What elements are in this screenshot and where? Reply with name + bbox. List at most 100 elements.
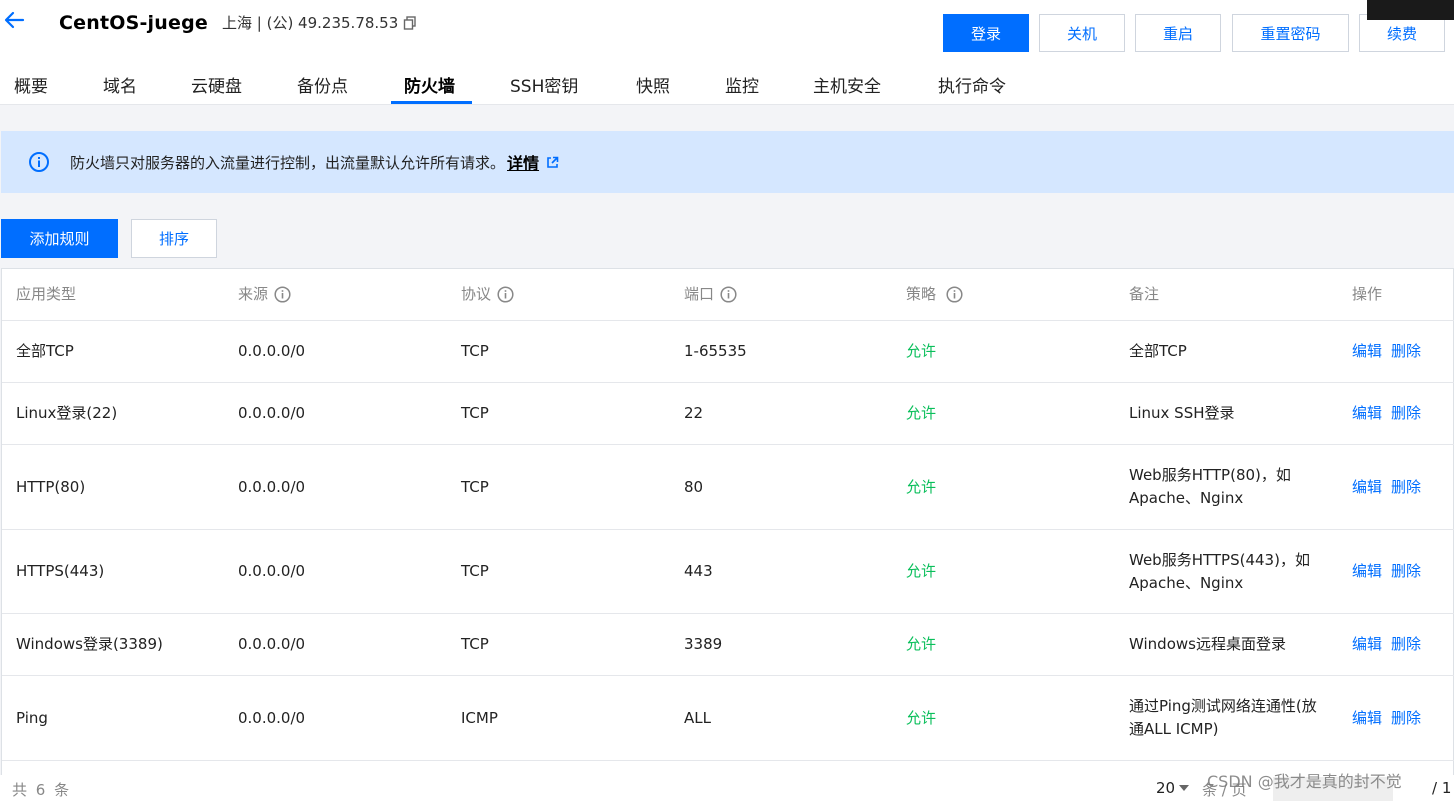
col-policy-label: 策略: [906, 285, 937, 303]
table-row: 全部TCP 0.0.0.0/0 TCP 1-65535 允许 全部TCP 编辑 …: [2, 321, 1454, 383]
cell-app-type: HTTPS(443): [16, 562, 105, 580]
tab-bar: 概要 域名 云硬盘 备份点 防火墙 SSH密钥 快照 监控 主机安全 执行命令: [0, 66, 1100, 105]
tab-monitor[interactable]: 监控: [725, 72, 759, 97]
table-row: Ping 0.0.0.0/0 ICMP ALL 允许 通过Ping测试网络连通性…: [2, 676, 1454, 761]
cell-remark: Linux SSH登录: [1129, 383, 1235, 444]
source-help-icon[interactable]: [274, 286, 291, 303]
add-rule-button[interactable]: 添加规则: [1, 219, 118, 258]
cell-ops: 编辑 删除: [1352, 383, 1421, 444]
delete-link[interactable]: 删除: [1391, 402, 1421, 425]
restart-button[interactable]: 重启: [1135, 14, 1221, 52]
delete-link[interactable]: 删除: [1391, 633, 1421, 656]
tab-host-security[interactable]: 主机安全: [813, 72, 881, 97]
total-count: 共 6 条: [12, 781, 72, 799]
page-size-select[interactable]: 20: [1156, 779, 1190, 797]
cell-protocol: TCP: [461, 404, 489, 422]
firewall-rules-table: 应用类型 来源 协议 端口 策略 备注 操作 全部TCP 0.0.0.0/0 T…: [1, 268, 1454, 801]
tab-cloud-disk[interactable]: 云硬盘: [191, 72, 242, 97]
cell-protocol: TCP: [461, 635, 489, 653]
cell-source: 0.0.0.0/0: [238, 477, 306, 496]
remark-line: 全部TCP: [1129, 342, 1187, 360]
cell-protocol: TCP: [461, 562, 489, 580]
remark-line: Web服务HTTP(80)，如: [1129, 466, 1291, 484]
instance-region: 上海 | (公) 49.235.78.53: [222, 12, 417, 33]
cell-ops: 编辑 删除: [1352, 445, 1421, 529]
notice-details-link[interactable]: 详情: [507, 150, 539, 174]
cell-source: 0.0.0.0/0: [238, 708, 306, 727]
edit-link[interactable]: 编辑: [1352, 476, 1382, 499]
cell-ops: 编辑 删除: [1352, 321, 1421, 382]
login-button[interactable]: 登录: [943, 14, 1029, 52]
instance-title: CentOS-juege: [59, 12, 208, 34]
copy-icon[interactable]: [403, 15, 417, 30]
notice-text: 防火墙只对服务器的入流量进行控制，出流量默认允许所有请求。: [70, 153, 506, 172]
cell-policy: 允许: [906, 635, 937, 653]
col-protocol: 协议: [461, 269, 514, 320]
tab-backup[interactable]: 备份点: [297, 72, 348, 97]
col-protocol-label: 协议: [461, 285, 492, 303]
policy-help-icon[interactable]: [946, 286, 963, 303]
edit-link[interactable]: 编辑: [1352, 402, 1382, 425]
cell-port: 80: [684, 477, 704, 496]
edit-link[interactable]: 编辑: [1352, 340, 1382, 363]
delete-link[interactable]: 删除: [1391, 707, 1421, 730]
tab-snapshot[interactable]: 快照: [636, 72, 670, 97]
cell-app-type: Windows登录(3389): [16, 635, 163, 653]
cell-source: 0.0.0.0/0: [238, 404, 306, 422]
col-ops: 操作: [1352, 285, 1383, 303]
shutdown-button[interactable]: 关机: [1039, 14, 1125, 52]
tab-run-command[interactable]: 执行命令: [938, 72, 1006, 97]
tab-domain[interactable]: 域名: [103, 72, 137, 97]
sort-button[interactable]: 排序: [131, 219, 217, 258]
cell-app-type: HTTP(80): [16, 477, 86, 496]
port-help-icon[interactable]: [720, 286, 737, 303]
col-app-type: 应用类型: [16, 285, 77, 303]
cell-app-type: Linux登录(22): [16, 404, 118, 422]
cell-policy: 允许: [906, 708, 937, 727]
overlay-block: [1367, 0, 1454, 20]
cell-port: ALL: [684, 708, 711, 727]
cell-ops: 编辑 删除: [1352, 614, 1421, 675]
top-bar: CentOS-juege 上海 | (公) 49.235.78.53 登录 关机…: [0, 0, 1454, 105]
firewall-notice: 防火墙只对服务器的入流量进行控制，出流量默认允许所有请求。 详情: [1, 131, 1454, 193]
protocol-help-icon[interactable]: [497, 286, 514, 303]
edit-link[interactable]: 编辑: [1352, 633, 1382, 656]
edit-link[interactable]: 编辑: [1352, 707, 1382, 730]
cell-port: 443: [684, 562, 713, 580]
delete-link[interactable]: 删除: [1391, 560, 1421, 583]
delete-link[interactable]: 删除: [1391, 340, 1421, 363]
edit-link[interactable]: 编辑: [1352, 560, 1382, 583]
col-source: 来源: [238, 269, 291, 320]
cell-source: 0.0.0.0/0: [238, 562, 306, 580]
remark-line: Apache、Nginx: [1129, 573, 1244, 592]
cell-policy: 允许: [906, 477, 937, 496]
cell-protocol: ICMP: [461, 708, 498, 727]
delete-link[interactable]: 删除: [1391, 476, 1421, 499]
remark-line: 通ALL ICMP): [1129, 720, 1219, 738]
remark-line: Linux SSH登录: [1129, 404, 1235, 422]
chevron-down-icon: [1179, 785, 1190, 791]
col-port: 端口: [684, 269, 737, 320]
col-remark: 备注: [1129, 285, 1160, 303]
back-arrow-icon[interactable]: [2, 8, 26, 32]
cell-app-type: Ping: [16, 708, 48, 727]
tab-ssh-key[interactable]: SSH密钥: [510, 72, 578, 97]
info-icon: [29, 152, 49, 172]
cell-port: 3389: [684, 635, 723, 653]
region-ip-text: 上海 | (公) 49.235.78.53: [222, 14, 399, 32]
external-link-icon[interactable]: [546, 156, 559, 169]
tab-overview[interactable]: 概要: [14, 72, 48, 97]
reset-password-button[interactable]: 重置密码: [1232, 14, 1349, 52]
cell-ops: 编辑 删除: [1352, 676, 1421, 760]
cell-app-type: 全部TCP: [16, 342, 74, 360]
remark-line: Apache、Nginx: [1129, 489, 1244, 507]
cell-source: 0.0.0.0/0: [238, 342, 306, 360]
col-policy: 策略: [906, 269, 963, 320]
cell-protocol: TCP: [461, 477, 489, 496]
tab-firewall[interactable]: 防火墙: [404, 72, 455, 97]
page-info: / 1: [1432, 779, 1452, 797]
table-row: HTTP(80) 0.0.0.0/0 TCP 80 允许 Web服务HTTP(8…: [2, 445, 1454, 530]
remark-line: Web服务HTTPS(443)，如: [1129, 550, 1310, 569]
table-row: Linux登录(22) 0.0.0.0/0 TCP 22 允许 Linux SS…: [2, 383, 1454, 445]
cell-protocol: TCP: [461, 342, 489, 360]
